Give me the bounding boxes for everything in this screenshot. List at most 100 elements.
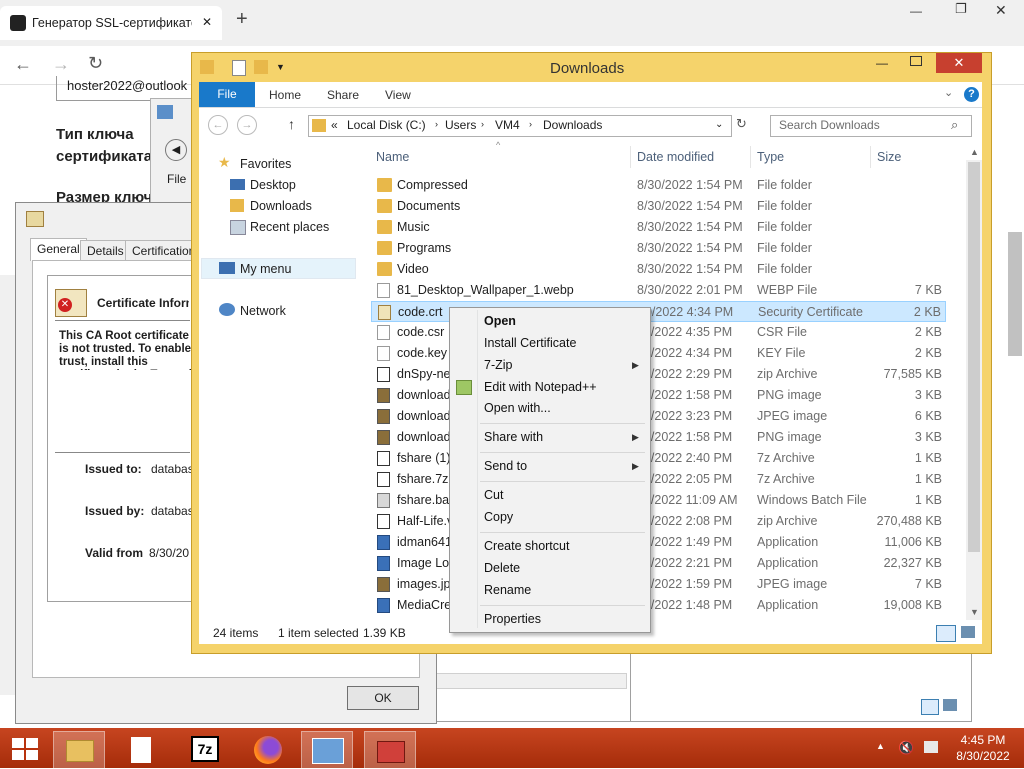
menu-item-copy[interactable]: Copy <box>484 510 513 524</box>
menu-item-7zip[interactable]: 7-Zip <box>484 358 512 372</box>
address-sep-icon[interactable]: › <box>481 119 484 129</box>
tray-clock[interactable]: 4:45 PM 8/30/2022 <box>948 732 1018 764</box>
menu-item-send-to[interactable]: Send to <box>484 459 527 473</box>
nav-forward-icon[interactable]: → <box>237 115 257 135</box>
ribbon-tab-view[interactable]: View <box>385 82 411 107</box>
large-icons-view-icon[interactable] <box>961 626 975 638</box>
explorer-minimize-button[interactable]: — <box>876 56 888 70</box>
menu-item-open[interactable]: Open <box>484 314 516 328</box>
taskbar-cert-manager-button[interactable] <box>301 731 353 769</box>
submenu-arrow-icon: ▶ <box>632 432 639 442</box>
wizard-file-menu[interactable]: File <box>167 172 186 186</box>
browser-tab[interactable]: Генератор SSL-сертификатов ✕ <box>0 6 222 40</box>
quick-access-dropdown-icon[interactable]: ▼ <box>276 62 285 72</box>
ribbon-expand-icon[interactable]: ⌄ <box>944 86 953 99</box>
column-divider <box>630 146 631 168</box>
file-size: 3 KB <box>914 388 942 402</box>
taskbar-explorer-button[interactable] <box>53 731 105 769</box>
large-icons-view-icon[interactable] <box>943 699 957 711</box>
address-sep-icon[interactable]: › <box>435 119 438 129</box>
reload-icon[interactable]: ↻ <box>88 53 103 74</box>
details-view-icon[interactable] <box>921 699 939 715</box>
menu-item-edit-notepad[interactable]: Edit with Notepad++ <box>484 380 597 394</box>
details-view-icon[interactable] <box>936 625 956 642</box>
nav-up-icon[interactable]: ↑ <box>288 116 295 132</box>
taskbar-toolbox-button[interactable] <box>364 731 416 769</box>
search-icon[interactable]: ⌕ <box>951 117 958 133</box>
hscroll-bar[interactable] <box>435 673 627 689</box>
browser-close-button[interactable]: ✕ <box>995 2 1007 19</box>
properties-quick-icon[interactable] <box>232 60 246 76</box>
ribbon-tab-home[interactable]: Home <box>269 82 301 107</box>
file-row[interactable]: Documents 8/30/2022 1:54 PM File folder <box>371 196 946 217</box>
tab-details[interactable]: Details <box>80 240 131 261</box>
column-header-name[interactable]: Name <box>376 150 409 164</box>
column-header-size[interactable]: Size <box>877 150 901 164</box>
file-row[interactable]: 81_Desktop_Wallpaper_1.webp 8/30/2022 2:0… <box>371 280 946 301</box>
taskbar-firefox-button[interactable] <box>243 731 293 767</box>
nav-my-menu[interactable]: My menu <box>240 262 291 276</box>
scroll-up-icon[interactable]: ▲ <box>970 147 979 157</box>
menu-item-create-shortcut[interactable]: Create shortcut <box>484 539 569 553</box>
address-sep-icon[interactable]: › <box>529 119 532 129</box>
file-name: Compressed <box>397 178 468 192</box>
file-row[interactable]: Compressed 8/30/2022 1:54 PM File folder <box>371 175 946 196</box>
explorer-close-button[interactable]: ✕ <box>936 53 982 73</box>
wizard-back-icon[interactable]: ◀ <box>165 139 187 161</box>
taskbar-notepad-button[interactable] <box>117 731 167 767</box>
new-tab-button[interactable]: + <box>236 8 248 31</box>
address-local-disk[interactable]: Local Disk (C:) <box>347 118 426 132</box>
explorer-maximize-button[interactable] <box>910 56 922 66</box>
address-downloads[interactable]: Downloads <box>543 118 602 132</box>
browser-minimize-button[interactable]: — <box>910 4 922 18</box>
ribbon <box>199 82 982 108</box>
address-users[interactable]: Users <box>445 118 476 132</box>
file-date: 30/2022 1:49 PM <box>637 535 733 549</box>
nav-desktop[interactable]: Desktop <box>250 178 296 192</box>
forward-arrow-icon[interactable]: → <box>52 54 70 75</box>
nav-recent-places[interactable]: Recent places <box>250 220 329 234</box>
ribbon-tab-share[interactable]: Share <box>327 82 359 107</box>
file-size: 270,488 KB <box>876 514 942 528</box>
menu-item-install-certificate[interactable]: Install Certificate <box>484 336 576 350</box>
browser-scrollbar[interactable] <box>1008 232 1022 356</box>
tab-general[interactable]: General <box>30 238 87 261</box>
tab-close-icon[interactable]: ✕ <box>202 15 212 29</box>
menu-item-delete[interactable]: Delete <box>484 561 520 575</box>
nav-downloads[interactable]: Downloads <box>250 199 312 213</box>
ok-button[interactable]: OK <box>347 686 419 710</box>
file-row[interactable]: Programs 8/30/2022 1:54 PM File folder <box>371 238 946 259</box>
column-header-type[interactable]: Type <box>757 150 784 164</box>
menu-item-open-with[interactable]: Open with... <box>484 401 551 415</box>
column-header-date[interactable]: Date modified <box>637 150 714 164</box>
help-icon[interactable]: ? <box>964 87 979 102</box>
file-row[interactable]: Music 8/30/2022 1:54 PM File folder <box>371 217 946 238</box>
address-dropdown-icon[interactable]: ⌄ <box>715 119 723 130</box>
start-windows-icon[interactable] <box>12 738 38 760</box>
nav-favorites[interactable]: Favorites <box>240 157 291 171</box>
new-folder-quick-icon[interactable] <box>254 60 268 74</box>
scrollbar-thumb[interactable] <box>968 162 980 552</box>
clock-time: 4:45 PM <box>960 733 1006 747</box>
nav-back-icon[interactable]: ← <box>208 115 228 135</box>
browser-maximize-button[interactable]: ❐ <box>955 1 967 17</box>
network-tray-icon[interactable] <box>924 741 938 753</box>
refresh-icon[interactable]: ↻ <box>736 116 747 132</box>
scroll-down-icon[interactable]: ▼ <box>970 607 979 617</box>
menu-item-rename[interactable]: Rename <box>484 583 531 597</box>
taskbar-7zip-button[interactable]: 7z <box>180 731 230 767</box>
nav-network[interactable]: Network <box>240 304 286 318</box>
menu-item-properties[interactable]: Properties <box>484 612 541 626</box>
tray-overflow-icon[interactable]: ▲ <box>876 741 885 751</box>
file-row[interactable]: Video 8/30/2022 1:54 PM File folder <box>371 259 946 280</box>
address-overflow[interactable]: « <box>331 118 338 132</box>
file-name: Music <box>397 220 430 234</box>
ribbon-tab-file[interactable]: File <box>199 82 255 107</box>
address-vm4[interactable]: VM4 <box>495 118 520 132</box>
back-arrow-icon[interactable]: ← <box>14 54 32 75</box>
search-input[interactable]: Search Downloads ⌕ <box>770 115 972 137</box>
menu-item-share-with[interactable]: Share with <box>484 430 543 444</box>
volume-muted-icon[interactable]: 🔇 <box>898 740 914 756</box>
menu-item-cut[interactable]: Cut <box>484 488 503 502</box>
address-bar[interactable]: « Local Disk (C:) › Users › VM4 › Downlo… <box>308 115 732 137</box>
